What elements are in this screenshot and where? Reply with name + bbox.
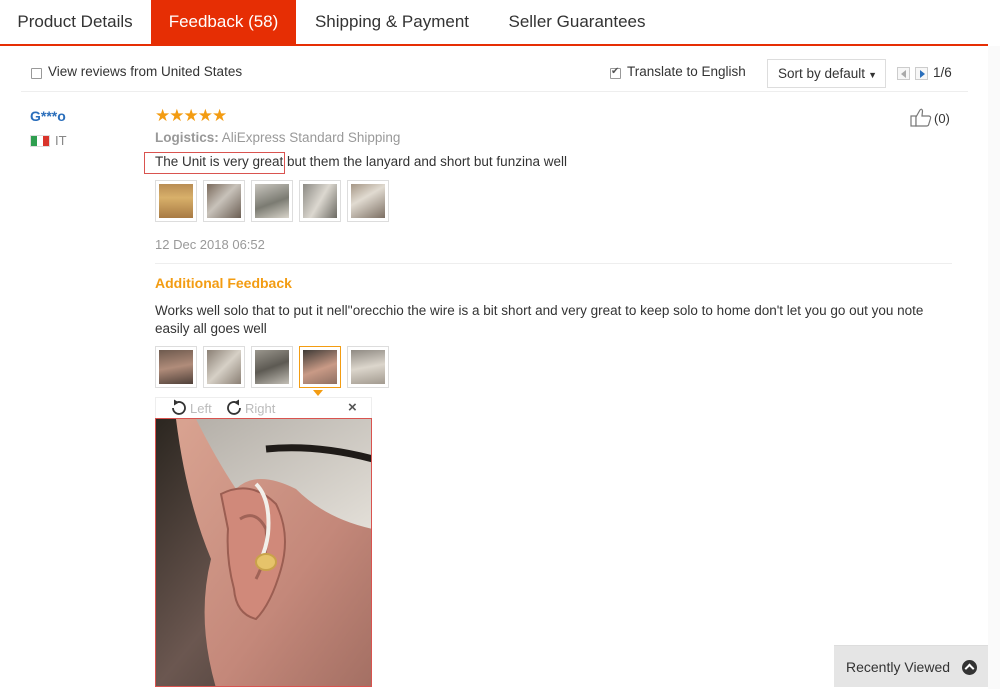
sort-dropdown[interactable]: Sort by default ▼ (767, 59, 886, 88)
reviewer-country: IT (55, 133, 67, 148)
feedback-photo-thumbnail[interactable] (203, 180, 245, 222)
translate-checkbox[interactable] (610, 66, 621, 79)
rating-stars: ★★★★★ (155, 106, 227, 125)
us-reviews-label[interactable]: View reviews from United States (48, 64, 242, 79)
rotate-left-icon (172, 399, 186, 415)
translate-label[interactable]: Translate to English (627, 64, 746, 79)
tab-product-details[interactable]: Product Details (0, 0, 150, 44)
feedback-photo-thumbnail[interactable] (155, 180, 197, 222)
feedback-photo-thumbnail[interactable] (251, 180, 293, 222)
feedback-photo-thumbnail[interactable] (203, 346, 245, 388)
helpful-button[interactable]: (0) (910, 108, 950, 128)
chevron-up-icon (962, 660, 977, 675)
image-viewer-toolbar: Left Right × (155, 397, 372, 419)
rotate-left-label: Left (190, 400, 212, 416)
next-page-button[interactable] (915, 67, 928, 80)
feedback-date: 12 Dec 2018 06:52 (155, 237, 265, 252)
recently-viewed-label: Recently Viewed (846, 658, 951, 675)
feedback-photo-thumbnail-selected[interactable] (299, 346, 341, 388)
rotate-left-button[interactable]: Left (168, 398, 212, 418)
enlarged-feedback-photo (155, 418, 372, 687)
rotate-right-button[interactable]: Right (223, 398, 275, 418)
thumbs-up-icon (910, 108, 932, 127)
logistics-value: AliExpress Standard Shipping (221, 130, 401, 145)
page-indicator: 1/6 (933, 65, 952, 80)
reviewer-name[interactable]: G***o (30, 108, 66, 124)
sort-label: Sort by default (778, 66, 866, 81)
italy-flag-icon (30, 135, 50, 147)
selected-photo-pointer (313, 390, 323, 396)
additional-feedback-photos (155, 346, 389, 388)
tab-feedback[interactable]: Feedback (58) (151, 0, 296, 44)
rotate-right-label: Right (245, 400, 276, 416)
feedback-photo-thumbnail[interactable] (155, 346, 197, 388)
page-scrollbar[interactable] (988, 46, 1000, 689)
helpful-count: (0) (934, 110, 950, 126)
arrow-left-icon (901, 70, 906, 78)
feedback-photo-thumbnail[interactable] (347, 180, 389, 222)
divider (155, 263, 952, 264)
recently-viewed-panel-toggle[interactable]: Recently Viewed (834, 645, 988, 687)
arrow-right-icon (920, 70, 925, 78)
tab-bar: Product Details Feedback (58) Shipping &… (0, 0, 988, 46)
feedback-photo-thumbnail[interactable] (347, 346, 389, 388)
feedback-filter-bar: View reviews from United States Translat… (21, 56, 968, 92)
close-icon[interactable]: × (348, 399, 357, 416)
feedback-photo-thumbnail[interactable] (299, 180, 341, 222)
logistics-label: Logistics: (155, 130, 219, 145)
logistics-info: Logistics: AliExpress Standard Shipping (155, 130, 400, 145)
tab-seller-guarantees[interactable]: Seller Guarantees (488, 0, 666, 44)
feedback-photos (155, 180, 389, 222)
chevron-down-icon: ▼ (868, 70, 877, 80)
additional-feedback-title: Additional Feedback (155, 275, 292, 291)
rotate-right-icon (227, 399, 241, 415)
ear-photo (156, 419, 371, 686)
tab-shipping-payment[interactable]: Shipping & Payment (296, 0, 488, 44)
highlight-annotation-box (144, 152, 285, 174)
additional-feedback-text: Works well solo that to put it nell''ore… (155, 303, 924, 336)
us-reviews-checkbox[interactable] (31, 68, 42, 79)
prev-page-button[interactable] (897, 67, 910, 80)
feedback-photo-thumbnail[interactable] (251, 346, 293, 388)
